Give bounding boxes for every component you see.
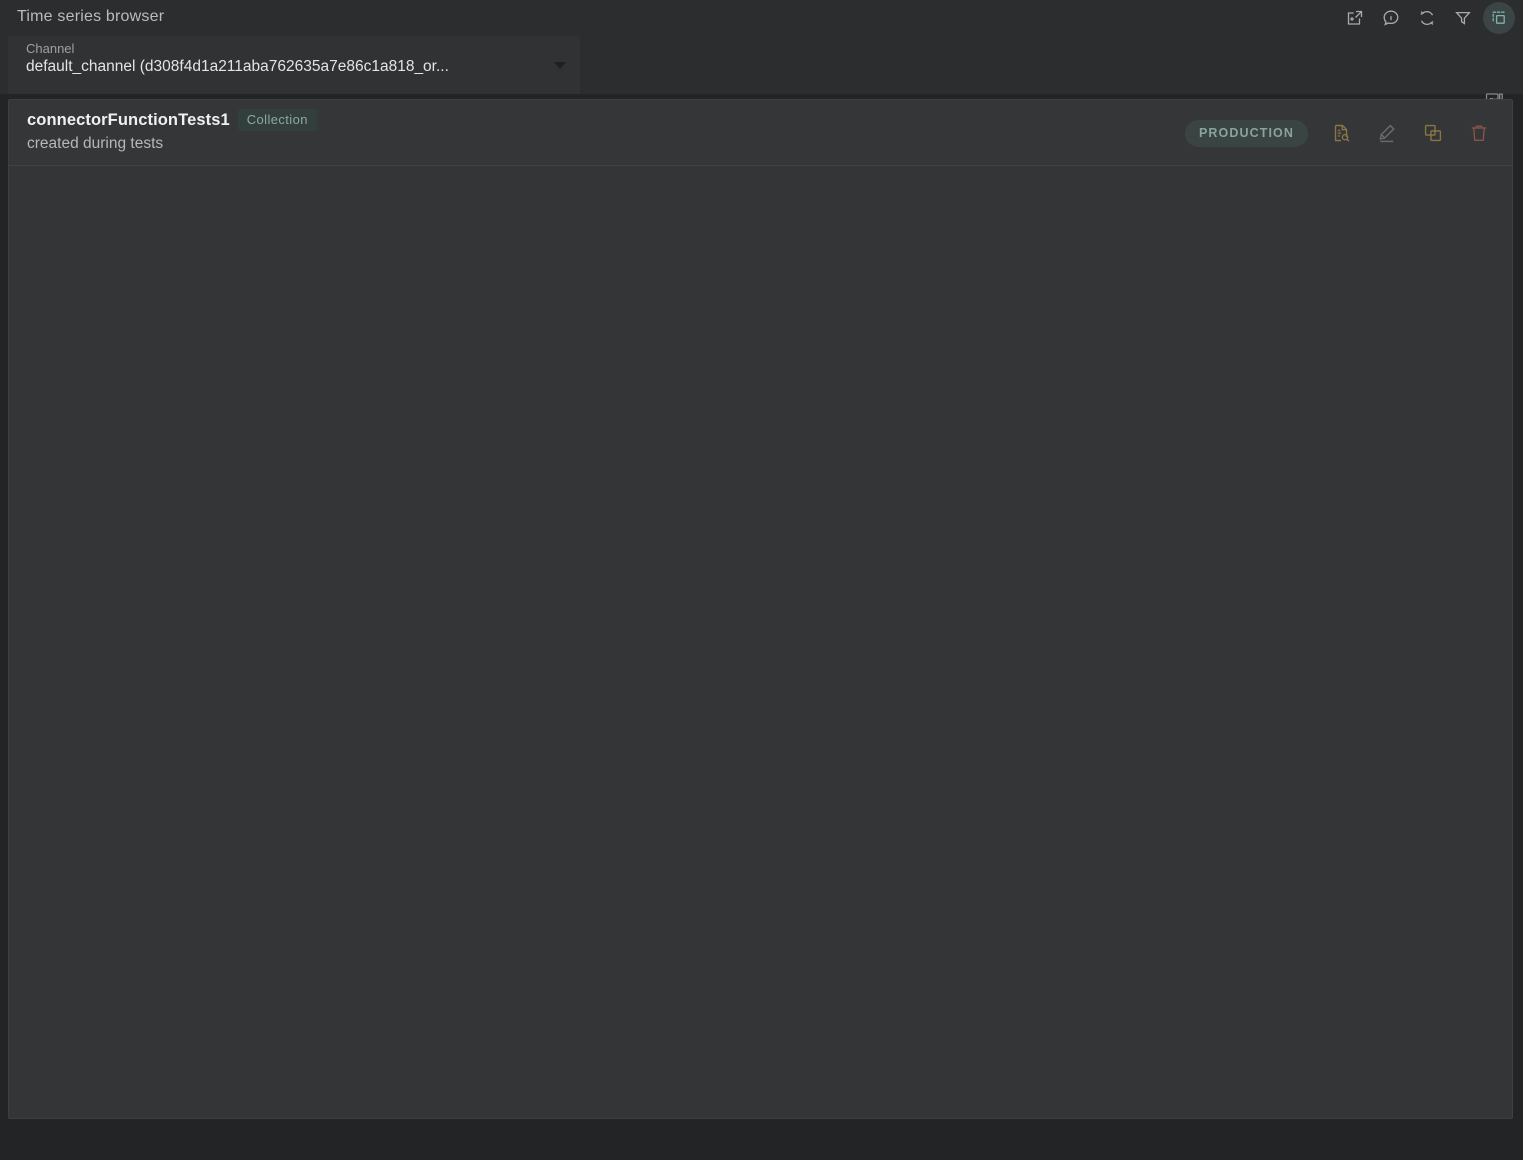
app-root: Time series browser Channel default_chan… <box>0 0 1523 1160</box>
list-item[interactable]: connectorFunctionTests1 Collection creat… <box>9 100 1512 166</box>
info-icon[interactable] <box>1375 2 1407 34</box>
titlebar: Time series browser <box>0 0 1523 36</box>
edit-pencil-icon[interactable] <box>1364 110 1410 156</box>
chevron-down-icon[interactable] <box>554 62 566 69</box>
status-badge: PRODUCTION <box>1184 119 1308 147</box>
channel-value: default_channel (d308f4d1a211aba762635a7… <box>26 58 449 75</box>
filter-icon[interactable] <box>1447 2 1479 34</box>
titlebar-actions <box>1339 0 1515 36</box>
collection-actions: PRODUCTION <box>1184 100 1502 166</box>
collection-type-badge: Collection <box>237 109 317 131</box>
collection-title-line: connectorFunctionTests1 Collection <box>27 109 317 131</box>
open-in-new-window-icon[interactable] <box>1339 2 1371 34</box>
results-panel: connectorFunctionTests1 Collection creat… <box>8 99 1513 1119</box>
duplicate-icon[interactable] <box>1410 110 1456 156</box>
refresh-icon[interactable] <box>1411 2 1443 34</box>
select-copy-icon[interactable] <box>1483 2 1515 34</box>
collection-description: created during tests <box>27 135 164 152</box>
inspect-document-icon[interactable] <box>1318 110 1364 156</box>
channel-bar: Channel default_channel (d308f4d1a211aba… <box>0 36 1523 107</box>
collection-info: connectorFunctionTests1 Collection creat… <box>27 109 317 153</box>
delete-trash-icon[interactable] <box>1456 110 1502 156</box>
results-list-empty-area <box>9 166 1512 1118</box>
channel-select[interactable]: Channel default_channel (d308f4d1a211aba… <box>8 36 580 94</box>
channel-label: Channel <box>26 41 75 56</box>
collection-name: connectorFunctionTests1 <box>27 110 230 129</box>
page-title: Time series browser <box>17 8 165 25</box>
